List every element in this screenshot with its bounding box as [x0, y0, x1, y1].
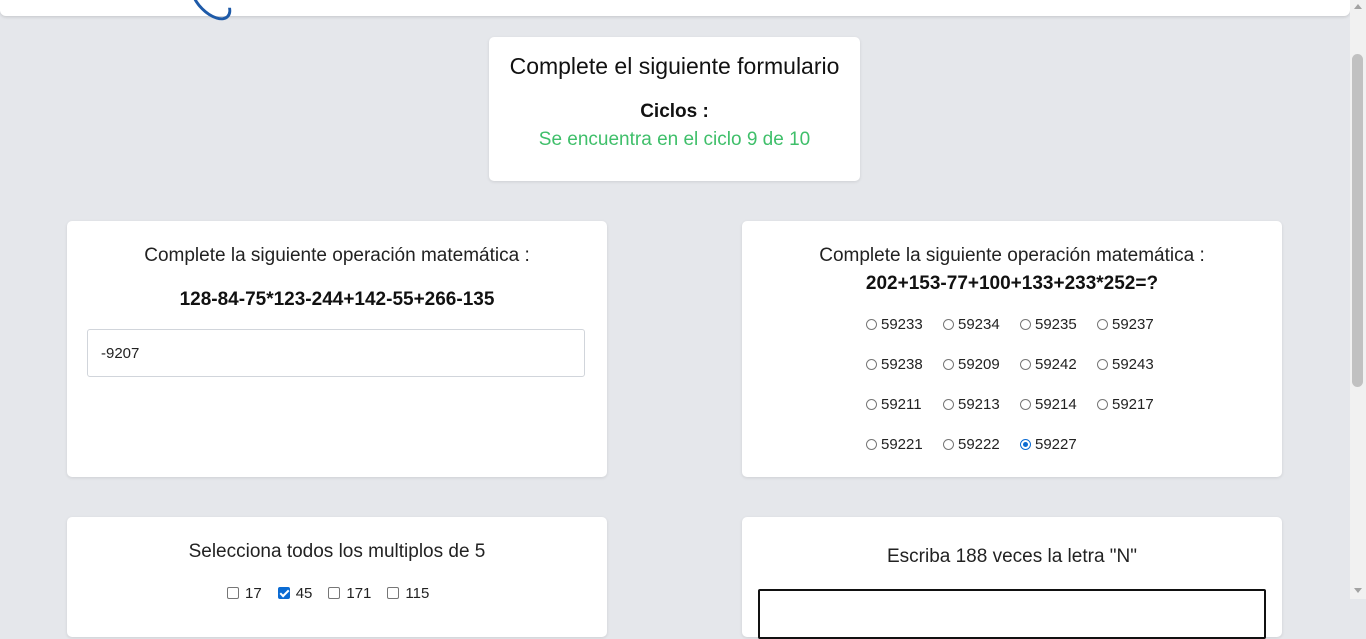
radio-option[interactable]: 59222: [943, 436, 1020, 476]
radio-label: 59242: [1035, 356, 1077, 373]
radio-label: 59237: [1112, 316, 1154, 333]
checkbox-option[interactable]: 45: [277, 585, 313, 602]
answer-radio-group: 59233 59234 59235 59237 59238 59209 5924…: [866, 316, 1186, 476]
checkbox-option[interactable]: 171: [328, 585, 371, 602]
radio-label: 59238: [881, 356, 923, 373]
radio-option[interactable]: 59234: [943, 316, 1020, 356]
radio-option[interactable]: 59243: [1097, 356, 1174, 396]
cycles-status: Se encuentra en el ciclo 9 de 10: [538, 129, 811, 150]
checkbox-label: 17: [245, 585, 262, 602]
multiples-checkbox-card: Selecciona todos los multiplos de 5 17 4…: [67, 517, 607, 637]
radio-option[interactable]: 59227: [1020, 436, 1097, 476]
checkbox[interactable]: [227, 587, 239, 599]
radio-button[interactable]: [1020, 359, 1031, 370]
radio-button[interactable]: [1020, 399, 1031, 410]
checkbox-option[interactable]: 115: [387, 585, 429, 602]
checkbox[interactable]: [277, 587, 290, 599]
radio-label: 59243: [1112, 356, 1154, 373]
radio-button[interactable]: [866, 399, 877, 410]
radio-option[interactable]: 59238: [866, 356, 943, 396]
radio-button[interactable]: [866, 359, 877, 370]
checkbox-option[interactable]: 17: [227, 585, 262, 602]
radio-button[interactable]: [943, 439, 954, 450]
question-title: Complete la siguiente operación matemáti…: [819, 245, 1205, 266]
math-question-input-card: Complete la siguiente operación matemáti…: [67, 221, 607, 477]
radio-label: 59233: [881, 316, 923, 333]
math-question-radio-card: Complete la siguiente operación matemáti…: [742, 221, 1282, 477]
radio-label: 59222: [958, 436, 1000, 453]
scrollbar-thumb[interactable]: [1352, 54, 1363, 387]
question-title: Complete la siguiente operación matemáti…: [144, 245, 530, 266]
page-title: Complete el siguiente formulario: [509, 53, 840, 79]
radio-label: 59211: [881, 396, 922, 413]
radio-label: 59217: [1112, 396, 1154, 413]
top-navbar: [0, 0, 1350, 28]
radio-option[interactable]: 59242: [1020, 356, 1097, 396]
radio-row: 59211 59213 59214 59217: [866, 396, 1186, 436]
logo-icon[interactable]: [183, 0, 239, 28]
checkbox-label: 171: [346, 585, 372, 602]
checkbox[interactable]: [328, 587, 341, 599]
radio-button[interactable]: [866, 439, 877, 450]
radio-option[interactable]: 59233: [866, 316, 943, 356]
radio-button[interactable]: [1097, 399, 1108, 410]
radio-label: 59221: [881, 436, 923, 453]
radio-row: 59238 59209 59242 59243: [866, 356, 1186, 396]
question-title: Escriba 188 veces la letra "N": [886, 546, 1138, 567]
radio-button[interactable]: [1097, 359, 1108, 370]
radio-option[interactable]: 59211: [866, 396, 943, 436]
radio-option[interactable]: 59237: [1097, 316, 1174, 356]
radio-button[interactable]: [943, 399, 954, 410]
radio-button[interactable]: [866, 319, 877, 330]
radio-option[interactable]: 59209: [943, 356, 1020, 396]
cycles-label: Ciclos :: [640, 101, 709, 122]
question-title: Selecciona todos los multiplos de 5: [188, 541, 486, 562]
letter-textarea[interactable]: [758, 589, 1266, 639]
radio-row: 59221 59222 59227: [866, 436, 1186, 476]
radio-label: 59227: [1035, 436, 1077, 453]
radio-label: 59209: [958, 356, 1000, 373]
radio-label: 59214: [1035, 396, 1077, 413]
radio-option[interactable]: 59213: [943, 396, 1020, 436]
radio-row: 59233 59234 59235 59237: [866, 316, 1186, 356]
radio-button[interactable]: [943, 359, 954, 370]
radio-option[interactable]: 59214: [1020, 396, 1097, 436]
form-header-card: Complete el siguiente formulario Ciclos …: [489, 37, 860, 181]
answer-input[interactable]: [87, 329, 585, 377]
checkbox-label: 115: [405, 585, 430, 602]
letter-repeat-card: Escriba 188 veces la letra "N": [742, 517, 1282, 639]
radio-option[interactable]: 59221: [866, 436, 943, 476]
math-expression: 202+153-77+100+133+233*252=?: [865, 273, 1159, 294]
checkbox-group: 17 45 171 115: [227, 585, 445, 602]
page-scrollbar[interactable]: [1350, 0, 1366, 599]
radio-button[interactable]: [1097, 319, 1108, 330]
scroll-up-arrow-icon[interactable]: [1354, 4, 1362, 9]
radio-button[interactable]: [1020, 319, 1031, 330]
checkbox[interactable]: [387, 587, 400, 599]
radio-label: 59234: [958, 316, 1000, 333]
radio-label: 59235: [1035, 316, 1077, 333]
radio-label: 59213: [958, 396, 1000, 413]
math-expression: 128-84-75*123-244+142-55+266-135: [179, 289, 495, 310]
radio-option[interactable]: 59235: [1020, 316, 1097, 356]
radio-button[interactable]: [1020, 439, 1031, 450]
scroll-down-arrow-icon[interactable]: [1354, 588, 1362, 593]
checkbox-label: 45: [295, 585, 313, 602]
radio-option[interactable]: 59217: [1097, 396, 1174, 436]
radio-button[interactable]: [943, 319, 954, 330]
